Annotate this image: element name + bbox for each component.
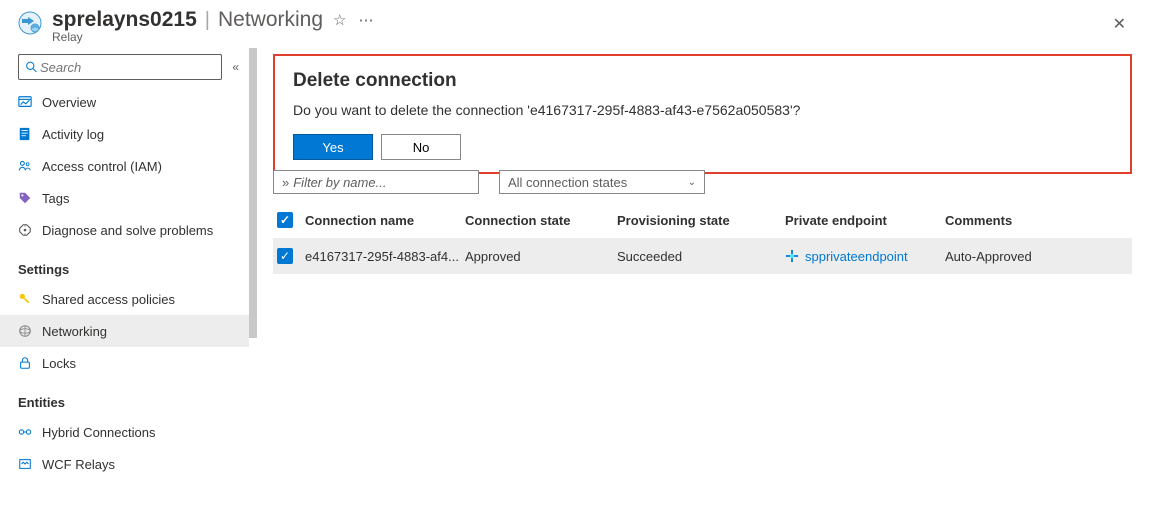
dropdown-label: All connection states bbox=[508, 175, 627, 190]
sidebar-group-settings: Settings bbox=[0, 246, 249, 283]
collapse-sidebar-icon[interactable]: « bbox=[222, 60, 241, 74]
chevron-down-icon: ⌄ bbox=[688, 177, 696, 188]
col-connection-name[interactable]: Connection name bbox=[305, 213, 465, 228]
sidebar-item-label: Overview bbox=[42, 95, 96, 110]
search-icon bbox=[25, 60, 38, 74]
main-content: Delete connection Do you want to delete … bbox=[255, 48, 1150, 500]
sidebar-item-wcf[interactable]: WCF Relays bbox=[0, 448, 249, 480]
resource-type: Relay bbox=[52, 30, 1107, 44]
wcf-icon bbox=[18, 457, 32, 471]
connections-table: ✓ Connection name Connection state Provi… bbox=[273, 202, 1132, 274]
sidebar-item-activity-log[interactable]: Activity log bbox=[0, 118, 249, 150]
diagnose-icon bbox=[18, 223, 32, 237]
private-endpoint-icon bbox=[785, 249, 799, 263]
cell-connection-state: Approved bbox=[465, 249, 617, 264]
col-connection-state[interactable]: Connection state bbox=[465, 213, 617, 228]
resource-section: Networking bbox=[218, 8, 323, 32]
col-comments[interactable]: Comments bbox=[945, 213, 1115, 228]
table-header-row: ✓ Connection name Connection state Provi… bbox=[273, 202, 1132, 238]
cell-provisioning-state: Succeeded bbox=[617, 249, 785, 264]
row-checkbox[interactable]: ✓ bbox=[277, 248, 293, 264]
yes-button[interactable]: Yes bbox=[293, 134, 373, 160]
sidebar-item-label: Networking bbox=[42, 324, 107, 339]
tags-icon bbox=[18, 191, 32, 205]
access-control-icon bbox=[18, 159, 32, 173]
sidebar-item-access-control[interactable]: Access control (IAM) bbox=[0, 150, 249, 182]
close-blade-icon[interactable]: ✕ bbox=[1107, 8, 1132, 40]
connection-state-dropdown[interactable]: All connection states ⌄ bbox=[499, 170, 705, 194]
filter-by-name-input[interactable]: » Filter by name... bbox=[273, 170, 479, 194]
sidebar-item-networking[interactable]: Networking bbox=[0, 315, 249, 347]
lock-icon bbox=[18, 356, 32, 370]
search-input[interactable] bbox=[38, 59, 215, 76]
hybrid-icon bbox=[18, 425, 32, 439]
cell-private-endpoint-link[interactable]: spprivateendpoint bbox=[785, 249, 945, 264]
more-actions-icon[interactable]: ⋯ bbox=[358, 11, 374, 29]
filter-placeholder: Filter by name... bbox=[293, 175, 386, 190]
key-icon bbox=[18, 292, 32, 306]
cell-comments: Auto-Approved bbox=[945, 249, 1115, 264]
sidebar: « Overview Activity log Access control (… bbox=[0, 48, 255, 500]
sidebar-item-label: Locks bbox=[42, 356, 76, 371]
sidebar-item-overview[interactable]: Overview bbox=[0, 86, 249, 118]
networking-icon bbox=[18, 324, 32, 338]
sidebar-item-shared-access[interactable]: Shared access policies bbox=[0, 283, 249, 315]
sidebar-item-tags[interactable]: Tags bbox=[0, 182, 249, 214]
delete-connection-dialog: Delete connection Do you want to delete … bbox=[273, 54, 1132, 174]
sidebar-item-label: Hybrid Connections bbox=[42, 425, 155, 440]
sidebar-group-entities: Entities bbox=[0, 379, 249, 416]
sidebar-search-box[interactable] bbox=[18, 54, 222, 80]
sidebar-item-label: WCF Relays bbox=[42, 457, 115, 472]
dialog-title: Delete connection bbox=[293, 70, 1112, 92]
no-button[interactable]: No bbox=[381, 134, 461, 160]
cell-connection-name: e4167317-295f-4883-af4... bbox=[305, 249, 465, 264]
title-separator: | bbox=[205, 9, 210, 32]
col-private-endpoint[interactable]: Private endpoint bbox=[785, 213, 945, 228]
table-row[interactable]: ✓ e4167317-295f-4883-af4... Approved Suc… bbox=[273, 238, 1132, 274]
dialog-message: Do you want to delete the connection 'e4… bbox=[293, 102, 1112, 118]
page-header: sprelayns0215 | Networking ☆ ⋯ Relay ✕ bbox=[0, 0, 1150, 48]
overview-icon bbox=[18, 95, 32, 109]
resource-name: sprelayns0215 bbox=[52, 8, 197, 32]
col-provisioning-state[interactable]: Provisioning state bbox=[617, 213, 785, 228]
activity-log-icon bbox=[18, 127, 32, 141]
sidebar-item-label: Activity log bbox=[42, 127, 104, 142]
favorite-star-icon[interactable]: ☆ bbox=[333, 11, 346, 29]
sidebar-item-diagnose[interactable]: Diagnose and solve problems bbox=[0, 214, 249, 246]
sidebar-item-label: Tags bbox=[42, 191, 69, 206]
sidebar-item-label: Diagnose and solve problems bbox=[42, 223, 213, 238]
sidebar-item-label: Shared access policies bbox=[42, 292, 175, 307]
sidebar-item-hybrid[interactable]: Hybrid Connections bbox=[0, 416, 249, 448]
select-all-checkbox[interactable]: ✓ bbox=[277, 212, 293, 228]
sidebar-item-locks[interactable]: Locks bbox=[0, 347, 249, 379]
sidebar-item-label: Access control (IAM) bbox=[42, 159, 162, 174]
relay-resource-icon bbox=[18, 11, 42, 35]
